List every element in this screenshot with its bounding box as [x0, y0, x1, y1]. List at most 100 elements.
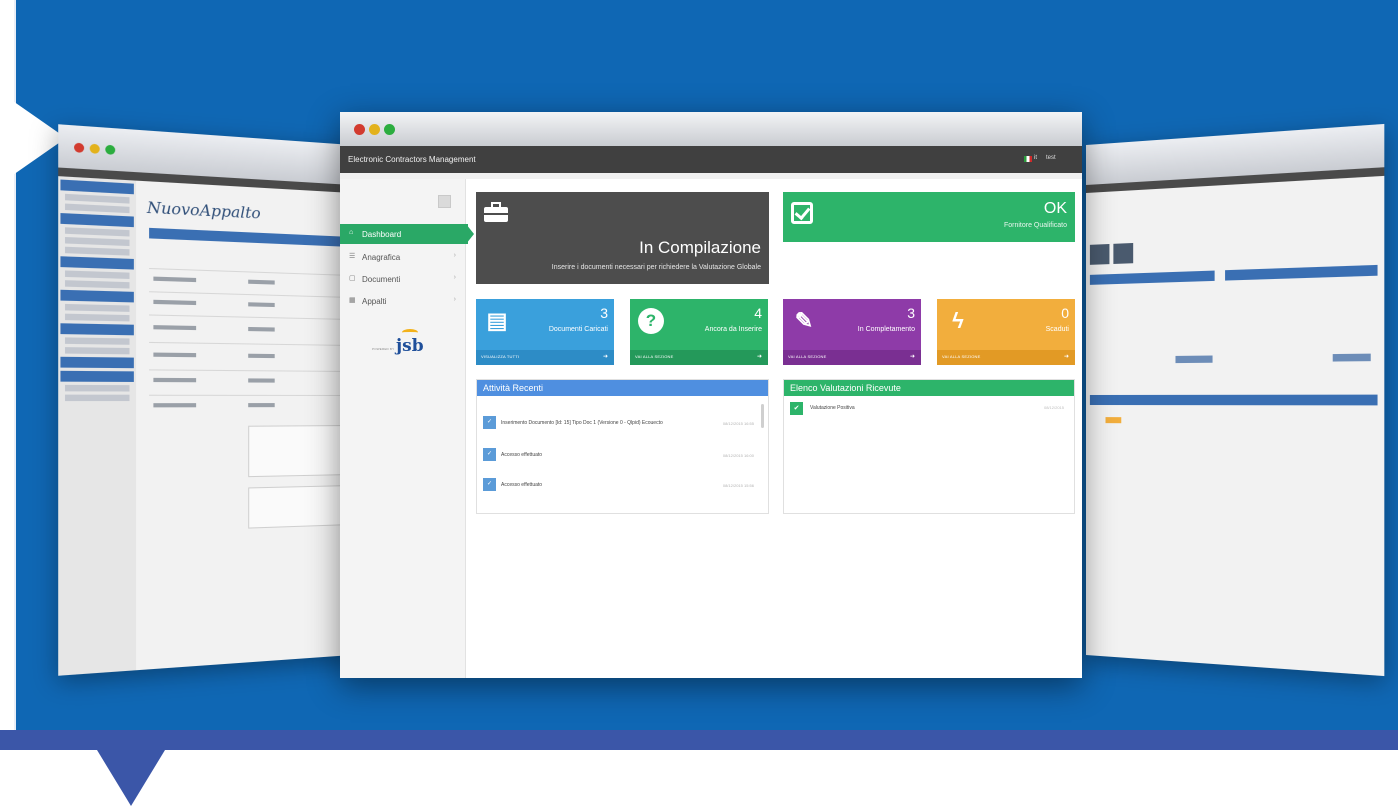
qualification-value: OK [1043, 200, 1067, 217]
sidebar-item-documenti[interactable]: ▢ Documenti › [340, 269, 466, 289]
logo-powered-by: POWERED BY [372, 347, 395, 351]
sidebar-item-label: Documenti [362, 275, 401, 284]
left-window-nav [58, 176, 137, 676]
active-indicator [466, 224, 474, 244]
activity-row: ✓ Inserimento Documento [Id: 15] Tipo Do… [483, 416, 754, 442]
stat-tile-to-insert: ? 4 Ancora da Inserire VAI ALLA SEZIONE … [630, 299, 768, 365]
arrow-circle-icon[interactable]: ➜ [603, 353, 608, 360]
promo-stage: NuovoAppalto Electronic Contractors Mana… [0, 0, 1398, 808]
arrow-right-shape [0, 92, 66, 184]
stat-link-label[interactable]: VISUALIZZA TUTTI [481, 354, 519, 359]
chevron-right-icon: › [453, 274, 456, 281]
minimize-dot-icon [89, 143, 100, 154]
check-icon: ✓ [483, 448, 496, 461]
left-form-header [149, 227, 352, 247]
stat-link-label[interactable]: VAI ALLA SEZIONE [788, 354, 826, 359]
scrollbar[interactable] [761, 404, 764, 428]
close-dot-icon[interactable] [354, 124, 365, 135]
qualification-tile: OK Fornitore Qualificato [783, 192, 1075, 242]
italy-flag-icon[interactable] [1024, 156, 1032, 162]
window-titlebar [340, 112, 1082, 146]
stat-label: Documenti Caricati [548, 326, 608, 333]
status-tile: In Compilazione Inserire i documenti nec… [476, 192, 769, 284]
briefcase-icon [484, 202, 508, 222]
close-dot-icon [74, 142, 85, 153]
arrow-circle-icon[interactable]: ➜ [757, 353, 762, 360]
stat-count: 4 [754, 305, 762, 321]
stat-count: 3 [907, 305, 915, 321]
question-icon: ? [638, 308, 664, 334]
right-window-screenshot [1086, 123, 1385, 677]
app-header: Electronic Contractors Management it tes… [340, 146, 1082, 173]
stat-tile-documents-uploaded: ▤ 3 Documenti Caricati VISUALIZZA TUTTI … [476, 299, 614, 365]
language-label[interactable]: it [1034, 155, 1037, 161]
stat-label: Scaduti [1045, 326, 1069, 333]
activity-row: ✓ Accesso effettuato 08/12/2015 15:56 [483, 478, 754, 504]
thumbs-up-icon: ✔ [790, 402, 803, 415]
stat-count: 0 [1061, 305, 1069, 321]
bottom-band [0, 730, 1398, 750]
sidebar-collapse-button[interactable] [438, 195, 451, 208]
sun-arc-icon [402, 329, 418, 336]
document-icon: ▢ [349, 275, 356, 282]
arrow-circle-icon[interactable]: ➜ [910, 353, 915, 360]
stat-footer-link[interactable]: VISUALIZZA TUTTI ➜ [476, 350, 614, 365]
sidebar-item-label: Appalti [362, 297, 387, 306]
activity-date: 08/12/2015 15:56 [722, 483, 754, 488]
stat-label: Ancora da Inserire [704, 326, 762, 333]
minimize-dot-icon[interactable] [369, 124, 380, 135]
list-icon: ☰ [349, 253, 356, 260]
chevron-right-icon: › [453, 296, 456, 303]
activity-text: Inserimento Documento [Id: 15] Tipo Doc … [501, 420, 663, 426]
maximize-dot-icon [105, 144, 116, 155]
grid-icon: ▦ [349, 297, 356, 304]
stat-tile-expired: ϟ 0 Scaduti VAI ALLA SEZIONE ➜ [937, 299, 1075, 365]
user-menu[interactable]: test [1046, 155, 1056, 161]
left-textarea [248, 485, 343, 529]
maximize-dot-icon[interactable] [384, 124, 395, 135]
bolt-icon: ϟ [952, 308, 964, 333]
check-icon: ✓ [483, 416, 496, 429]
panel-title: Attività Recenti [483, 383, 544, 393]
evaluation-row[interactable]: ✔ Valutazione Positiva 08/12/2015 [790, 402, 1068, 418]
status-subtitle: Inserire i documenti necessari per richi… [551, 264, 761, 271]
sidebar-item-appalti[interactable]: ▦ Appalti › [340, 291, 466, 311]
stat-tile-in-progress: ✎ 3 In Completamento VAI ALLA SEZIONE ➜ [783, 299, 921, 365]
sidebar-item-label: Anagrafica [362, 253, 401, 262]
jsb-logo: POWERED BY jsb [372, 329, 452, 359]
panel-header: Attività Recenti [477, 380, 768, 396]
sidebar-item-dashboard[interactable]: ⌂ Dashboard [340, 224, 468, 244]
status-title: In Compilazione [639, 238, 761, 257]
logo-text: jsb [396, 336, 424, 356]
left-page-title: NuovoAppalto [146, 198, 261, 223]
arrow-circle-icon[interactable]: ➜ [1064, 353, 1069, 360]
stat-footer-link[interactable]: VAI ALLA SEZIONE ➜ [630, 350, 768, 365]
chevron-right-icon: › [453, 252, 456, 259]
panel-header: Elenco Valutazioni Ricevute [784, 380, 1074, 396]
evaluation-text: Valutazione Positiva [810, 405, 855, 411]
stat-footer-link[interactable]: VAI ALLA SEZIONE ➜ [783, 350, 921, 365]
edit-icon: ✎ [794, 308, 814, 333]
qualification-subtitle: Fornitore Qualificato [1003, 222, 1067, 229]
left-window-screenshot: NuovoAppalto [58, 124, 352, 676]
sidebar: ⌂ Dashboard ☰ Anagrafica › ▢ Documenti ›… [340, 179, 474, 678]
recent-activity-panel: Attività Recenti ✓ Inserimento Documento… [476, 379, 769, 514]
evaluation-date: 08/12/2015 [1043, 405, 1064, 410]
sidebar-item-anagrafica[interactable]: ☰ Anagrafica › [340, 247, 466, 267]
check-icon: ✓ [483, 478, 496, 491]
stat-link-label[interactable]: VAI ALLA SEZIONE [942, 354, 980, 359]
stat-count: 3 [600, 305, 608, 321]
activity-date: 08/12/2015 16:00 [722, 453, 754, 458]
app-title: Electronic Contractors Management [348, 155, 476, 164]
stat-footer-link[interactable]: VAI ALLA SEZIONE ➜ [937, 350, 1075, 365]
home-icon: ⌂ [349, 229, 354, 236]
evaluations-panel: Elenco Valutazioni Ricevute ✔ Valutazion… [783, 379, 1075, 514]
panel-title: Elenco Valutazioni Ricevute [790, 383, 901, 393]
activity-text: Accesso effettuato [501, 482, 543, 488]
stat-link-label[interactable]: VAI ALLA SEZIONE [635, 354, 673, 359]
activity-date: 08/12/2015 16:55 [722, 421, 754, 426]
checkbox-icon [791, 202, 813, 224]
book-icon: ▤ [486, 308, 508, 333]
sidebar-item-label: Dashboard [362, 230, 402, 239]
left-textarea [248, 425, 343, 478]
